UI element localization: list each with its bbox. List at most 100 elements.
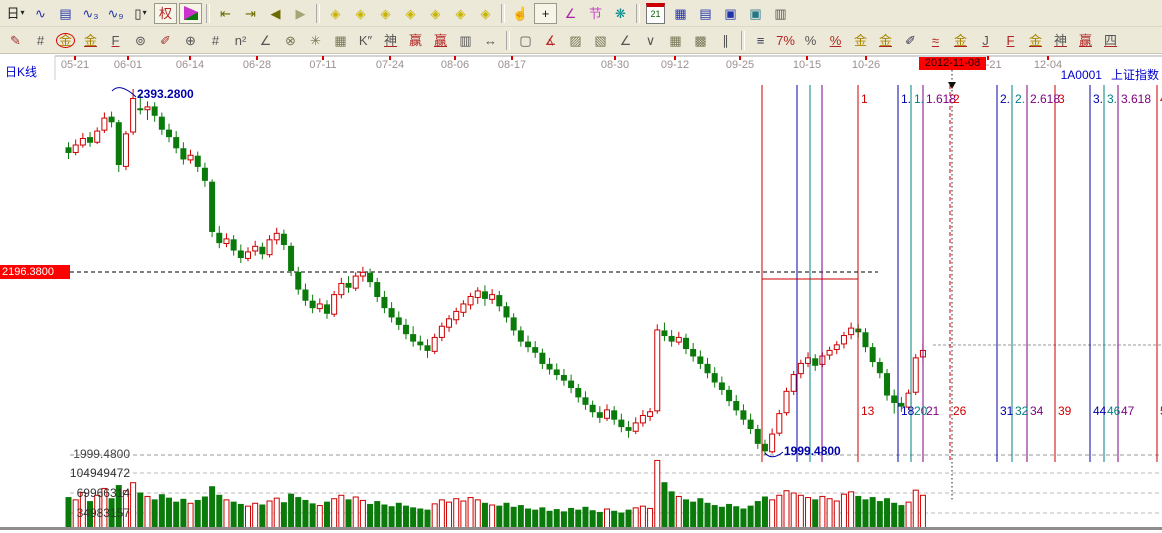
golden-section-tool-icon[interactable]: 金 xyxy=(54,30,77,51)
shen-grid-tool-icon[interactable]: 神 xyxy=(379,30,402,51)
next-page-button-icon[interactable]: ▶ xyxy=(289,3,312,24)
ex-rights-button-icon[interactable]: 权 xyxy=(154,2,177,24)
win-tool-icon[interactable]: 赢 xyxy=(404,30,427,51)
gann-star-tool-icon[interactable]: ✳ xyxy=(304,30,327,51)
save-as-button-icon[interactable]: ▣ xyxy=(744,3,767,24)
volume-series xyxy=(65,459,926,529)
ma9-wave-button-icon[interactable]: ∿₉ xyxy=(104,3,127,24)
gann-fan-box2-tool-icon[interactable]: ▧ xyxy=(589,30,612,51)
win-grid-tool-icon[interactable]: 赢 xyxy=(429,30,452,51)
zoom-out-button-icon[interactable]: ◈ xyxy=(324,3,347,24)
toolbar-separator xyxy=(636,3,640,23)
price-steps-tool-icon[interactable]: ≡ xyxy=(749,30,772,51)
wave-band-tool-icon[interactable]: ≈ xyxy=(924,30,947,51)
grid-coarse-tool-icon[interactable]: ▩ xyxy=(689,30,712,51)
toolbar-separator xyxy=(741,30,745,50)
f-angle-tool-icon[interactable]: F xyxy=(999,30,1022,51)
volume-profile-button-icon[interactable] xyxy=(179,2,202,24)
cycle-count-label: 46 xyxy=(1107,404,1121,418)
fibonacci-grid-tool-icon[interactable]: F xyxy=(104,30,127,51)
percent-lines-tool-icon[interactable]: % xyxy=(824,30,847,51)
notes-button-icon[interactable]: ▤ xyxy=(694,3,717,24)
k-quote-tool-icon[interactable]: K″ xyxy=(354,30,377,51)
gann-fan-box-tool-icon[interactable]: ▨ xyxy=(564,30,587,51)
chart-area[interactable] xyxy=(0,0,1162,533)
date-tick-mark xyxy=(614,56,616,60)
crosshair-button-icon[interactable]: + xyxy=(534,2,557,24)
overlay-style-button-icon[interactable]: ∿ xyxy=(29,3,52,24)
save-button-icon[interactable]: ▣ xyxy=(719,3,742,24)
info-panel-button-icon[interactable]: ▤ xyxy=(54,3,77,24)
expand-horizontal-button-icon[interactable]: ◈ xyxy=(374,3,397,24)
percent-tool-icon[interactable]: % xyxy=(799,30,822,51)
cycle-count-label: 34 xyxy=(1030,404,1044,418)
gann-circle-tool-icon[interactable]: ⊗ xyxy=(279,30,302,51)
date-tick-label: 09-12 xyxy=(660,59,690,71)
bar-count-tool-icon[interactable]: # xyxy=(204,30,227,51)
grid-fine-tool-icon[interactable]: ▦ xyxy=(664,30,687,51)
period-daily-button-icon[interactable]: 日 ▾ xyxy=(4,3,27,24)
last-page-button-icon[interactable]: ⇥ xyxy=(239,3,262,24)
spiral-tool-icon[interactable]: ⊚ xyxy=(129,30,152,51)
pan-hand-button-icon[interactable]: ☝ xyxy=(509,3,532,24)
gann-box-tool-icon[interactable]: ▦ xyxy=(329,30,352,51)
date-tick-label: 07-24 xyxy=(375,59,405,71)
ruler-tool-icon[interactable]: ▥ xyxy=(454,30,477,51)
parallel-lines-tool-icon[interactable]: ∥ xyxy=(714,30,737,51)
box-select-tool-icon[interactable]: ▢ xyxy=(514,30,537,51)
gann-gun-button-icon[interactable]: ∠ xyxy=(559,3,582,24)
symbol-code: 1A0001 xyxy=(1060,68,1102,82)
win-angle-tool-icon[interactable]: 赢 xyxy=(1074,30,1097,51)
low-level-label: 1999.4800 xyxy=(73,447,130,461)
fit-width-button-icon[interactable]: ◈ xyxy=(449,3,472,24)
percent-grid-tool-icon[interactable]: # xyxy=(29,30,52,51)
shen-angle-tool-icon[interactable]: 神 xyxy=(1049,30,1072,51)
brush-tool-icon[interactable]: ✎ xyxy=(4,30,27,51)
marker-pen-tool-icon[interactable]: ✐ xyxy=(154,30,177,51)
peak-annotation: 2393.2800 xyxy=(137,87,194,101)
cycle-count-label: 39 xyxy=(1058,404,1072,418)
date-tick-mark xyxy=(454,56,456,60)
rhythm-button-icon[interactable]: 节 xyxy=(584,3,607,24)
percent-retrace-tool-icon[interactable]: 7% xyxy=(774,30,797,51)
gold-underline-tool-icon[interactable]: 金 xyxy=(949,30,972,51)
gold-angle-tool-icon[interactable]: 金 xyxy=(1024,30,1047,51)
date-tick-mark xyxy=(256,56,258,60)
chart-canvas[interactable] xyxy=(0,0,1162,530)
date-tick-label: 06-14 xyxy=(175,59,205,71)
pen-one-tool-icon[interactable]: ✐ xyxy=(899,30,922,51)
cycle-count-label: 32 xyxy=(1015,404,1029,418)
ai-brain-button-icon[interactable]: ❋ xyxy=(609,3,632,24)
toolbar-separator xyxy=(316,3,320,23)
gann-wheel-tool-icon[interactable]: ⊕ xyxy=(179,30,202,51)
angle-ruler-tool-icon[interactable]: ∠ xyxy=(254,30,277,51)
gold-lines-tool-icon[interactable]: 金 xyxy=(874,30,897,51)
gold-ring-tool-icon[interactable]: 金 xyxy=(849,30,872,51)
fan-lines-tool-icon[interactable]: ∡ xyxy=(539,30,562,51)
golden-grid-tool-icon[interactable]: 金 xyxy=(79,30,102,51)
date-tick-mark xyxy=(389,56,391,60)
j-angle-tool-icon[interactable]: J xyxy=(974,30,997,51)
n-square-tool-icon[interactable]: n² xyxy=(229,30,252,51)
prev-page-button-icon[interactable]: ◀ xyxy=(264,3,287,24)
price-marker-badge[interactable]: 2196.3800 xyxy=(0,265,70,279)
fit-screen-button-icon[interactable]: ◈ xyxy=(474,3,497,24)
print-button-icon[interactable]: ▥ xyxy=(769,3,792,24)
width-measure-tool-icon[interactable]: ↔ xyxy=(479,30,502,51)
four-angle-tool-icon[interactable]: 四 xyxy=(1099,30,1122,51)
v-lines-tool-icon[interactable]: ∨ xyxy=(639,30,662,51)
angle-lines-tool-icon[interactable]: ∠ xyxy=(614,30,637,51)
first-page-button-icon[interactable]: ⇤ xyxy=(214,3,237,24)
zoom-in-button-icon[interactable]: ◈ xyxy=(349,3,372,24)
current-date-badge[interactable]: 2012-11-08 xyxy=(919,57,986,70)
compress-horizontal-button-icon[interactable]: ◈ xyxy=(399,3,422,24)
candle-style-button-icon[interactable]: ▯ ▾ xyxy=(129,3,152,24)
low-annotation: 1999.4800 xyxy=(784,444,841,458)
calculator-button-icon[interactable]: ▦ xyxy=(669,3,692,24)
cycle-count-label: 26 xyxy=(953,404,967,418)
calendar-button-icon[interactable]: 21 xyxy=(644,2,667,24)
cycle-ratio-label: 1 xyxy=(861,92,868,106)
cycle-ratio-label: 3. xyxy=(1107,92,1118,106)
expand-all-button-icon[interactable]: ◈ xyxy=(424,3,447,24)
ma3-wave-button-icon[interactable]: ∿₃ xyxy=(79,3,102,24)
